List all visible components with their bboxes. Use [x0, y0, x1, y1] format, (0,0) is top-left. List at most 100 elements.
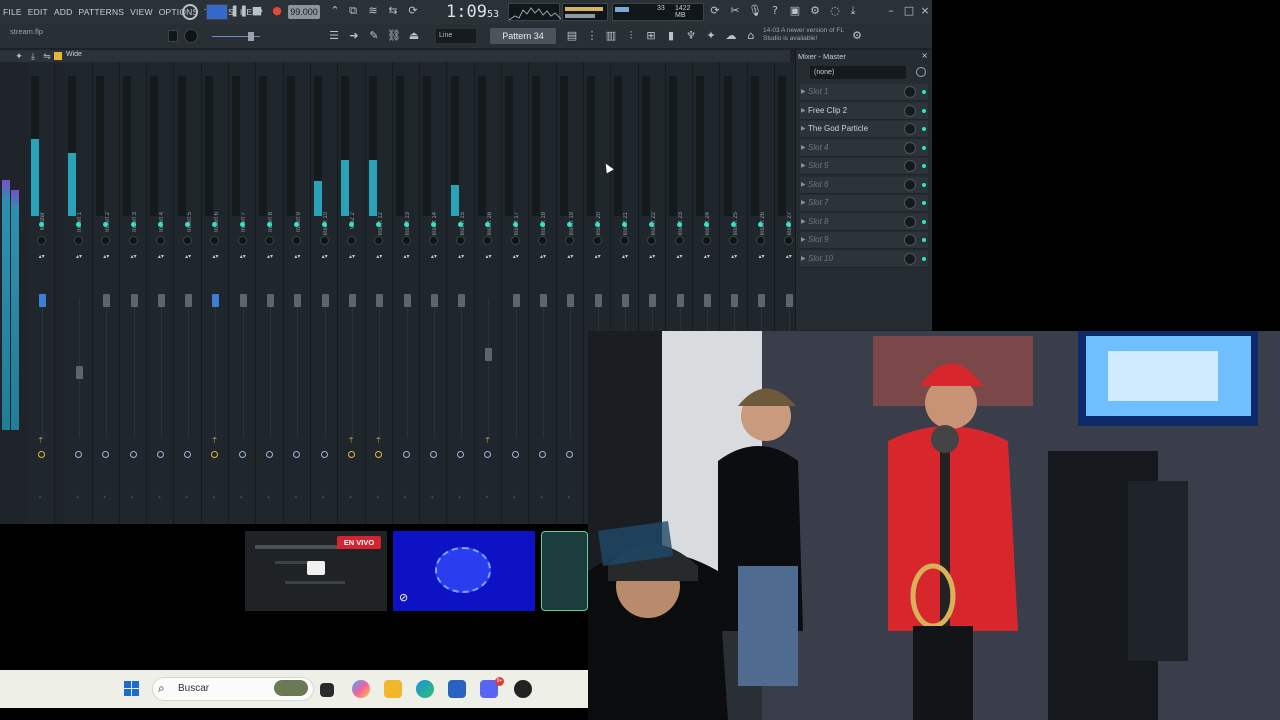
- slot-expand-icon[interactable]: ▶: [801, 107, 806, 114]
- strip-send-icon[interactable]: [103, 438, 109, 445]
- strip-fx-ring[interactable]: [511, 451, 519, 458]
- strip-route-icon[interactable]: ▴: [294, 493, 297, 500]
- strip-mute-led[interactable]: [403, 222, 409, 227]
- obs-icon[interactable]: [514, 680, 532, 698]
- strip-volume-fader[interactable]: [103, 294, 111, 307]
- mixer-strip[interactable]: Insert 5▴▾▴: [174, 62, 202, 524]
- slot-mix-knob[interactable]: [904, 160, 916, 172]
- mixer-strip[interactable]: Insert 8▴▾▴: [256, 62, 284, 524]
- effect-slot[interactable]: ▶ Slot 7: [800, 195, 928, 212]
- menu-edit[interactable]: EDIT: [25, 7, 51, 17]
- slot-expand-icon[interactable]: ▶: [801, 236, 806, 243]
- effect-slot[interactable]: ▶ Slot 10: [800, 250, 928, 268]
- weather-widget-icon[interactable]: [274, 680, 308, 696]
- task-view-icon[interactable]: [320, 683, 334, 697]
- strip-pan-knob[interactable]: [619, 236, 629, 245]
- strip-fx-ring[interactable]: [156, 451, 164, 458]
- strip-volume-fader[interactable]: [348, 294, 356, 307]
- slot-expand-icon[interactable]: ▶: [801, 255, 806, 262]
- strip-pan-knob[interactable]: [783, 236, 793, 245]
- strip-route-icon[interactable]: ▴: [131, 493, 134, 500]
- close-icon[interactable]: ×: [918, 4, 932, 18]
- strip-pan-knob[interactable]: [128, 236, 138, 245]
- strip-fx-ring[interactable]: [347, 451, 355, 458]
- strip-pan-knob[interactable]: [701, 236, 711, 245]
- strip-stereo-icon[interactable]: ▴▾: [294, 254, 300, 260]
- slot-expand-icon[interactable]: ▶: [801, 144, 806, 151]
- refresh-icon[interactable]: ⟳: [708, 4, 722, 18]
- strip-pan-knob[interactable]: [510, 236, 520, 245]
- strip-route-icon[interactable]: ▴: [540, 493, 543, 500]
- strip-mute-led[interactable]: [38, 222, 44, 227]
- strip-mute-led[interactable]: [321, 222, 327, 227]
- slot-mix-knob[interactable]: [904, 252, 916, 265]
- strip-volume-fader[interactable]: [540, 294, 548, 307]
- strip-stereo-icon[interactable]: ▴▾: [103, 254, 109, 260]
- strip-pan-knob[interactable]: [319, 236, 329, 245]
- strip-volume-fader[interactable]: [376, 294, 384, 307]
- slot-expand-icon[interactable]: ▶: [801, 88, 806, 95]
- strip-fx-ring[interactable]: [566, 451, 574, 458]
- mixer-strip[interactable]: Insert 9 ▴▾ ▴: [283, 62, 311, 524]
- strip-mute-led[interactable]: [157, 222, 163, 227]
- effect-slot[interactable]: ▶ Slot 8: [800, 213, 928, 231]
- strip-mute-led[interactable]: [75, 222, 81, 227]
- strip-volume-fader[interactable]: [485, 348, 493, 361]
- strip-send-icon[interactable]: [431, 438, 437, 445]
- effect-slot[interactable]: ▶ The God Particle: [800, 121, 928, 138]
- song-mode-toggle[interactable]: [206, 4, 228, 20]
- slot-expand-icon[interactable]: ▶: [801, 125, 806, 132]
- slot-mix-knob[interactable]: [904, 234, 916, 246]
- browser-icon[interactable]: ⊞: [644, 29, 658, 43]
- tutorial-icon[interactable]: ⌂: [744, 29, 758, 43]
- strip-pan-knob[interactable]: [428, 236, 438, 245]
- slot-mix-knob[interactable]: [904, 86, 916, 98]
- strip-stereo-icon[interactable]: ▴▾: [376, 254, 382, 260]
- slot-enable-led[interactable]: [922, 201, 926, 205]
- strip-fx-ring[interactable]: [293, 451, 301, 458]
- strip-volume-fader[interactable]: [239, 294, 247, 307]
- piano-roll-icon[interactable]: ▥: [604, 29, 618, 43]
- strip-pan-knob[interactable]: [292, 236, 302, 245]
- slot-expand-icon[interactable]: ▶: [801, 162, 806, 169]
- strip-mute-led[interactable]: [430, 222, 436, 227]
- tempo-display[interactable]: 99.000: [288, 5, 320, 19]
- strip-stereo-icon[interactable]: ▴▾: [267, 254, 273, 260]
- stream-preview-camera[interactable]: ⊘: [393, 531, 535, 611]
- strip-route-icon[interactable]: ▴: [103, 493, 106, 500]
- mixer-strip[interactable]: Insert 6 ▴▾ ⍑ ▴: [201, 62, 230, 524]
- strip-send-icon[interactable]: [294, 438, 300, 445]
- strip-volume-fader[interactable]: [403, 294, 411, 307]
- mixer-strip[interactable]: Insert 7▴▾▴: [229, 62, 257, 524]
- pause-icon[interactable]: ❚❚: [230, 4, 248, 18]
- strip-send-icon[interactable]: [567, 438, 573, 445]
- strip-route-icon[interactable]: ▴: [458, 493, 461, 500]
- tools-icon[interactable]: ✦: [704, 29, 718, 43]
- edge-browser-icon[interactable]: [416, 680, 434, 698]
- strip-stereo-icon[interactable]: ▴▾: [76, 254, 82, 260]
- mixer-icon[interactable]: ⫶: [624, 29, 638, 43]
- mixer-strip[interactable]: Insert 12 ▴▾ ⍑ ▴: [365, 62, 393, 524]
- effect-slot[interactable]: ▶ Free Clip 2: [800, 102, 928, 120]
- strip-volume-fader[interactable]: [294, 294, 302, 307]
- strip-route-icon[interactable]: ▴: [185, 493, 188, 500]
- strip-stereo-icon[interactable]: ▴▾: [513, 254, 519, 260]
- wait-record-icon[interactable]: ⧉: [346, 4, 360, 18]
- strip-mute-led[interactable]: [512, 222, 518, 227]
- strip-volume-fader[interactable]: [430, 294, 438, 307]
- menu-patterns[interactable]: PATTERNS: [75, 7, 127, 17]
- strip-send-icon[interactable]: [185, 438, 191, 445]
- strip-stereo-icon[interactable]: ▴▾: [567, 254, 573, 260]
- strip-volume-fader[interactable]: [458, 294, 466, 307]
- strip-volume-fader[interactable]: [185, 294, 193, 307]
- strip-send-icon[interactable]: [513, 438, 519, 445]
- strip-send-icon[interactable]: [458, 438, 464, 445]
- strip-volume-fader[interactable]: [267, 294, 275, 307]
- strip-volume-fader[interactable]: [130, 294, 138, 307]
- strip-stereo-icon[interactable]: ▴▾: [458, 254, 464, 260]
- mixer-close-icon[interactable]: ×: [921, 51, 928, 60]
- effect-slot[interactable]: ▶ Slot 5: [800, 158, 928, 175]
- strip-stereo-icon[interactable]: ▴▾: [431, 254, 437, 260]
- news-gear-icon[interactable]: ⚙: [850, 29, 864, 43]
- mixer-strip[interactable]: Insert 1▴▾▴: [65, 62, 93, 524]
